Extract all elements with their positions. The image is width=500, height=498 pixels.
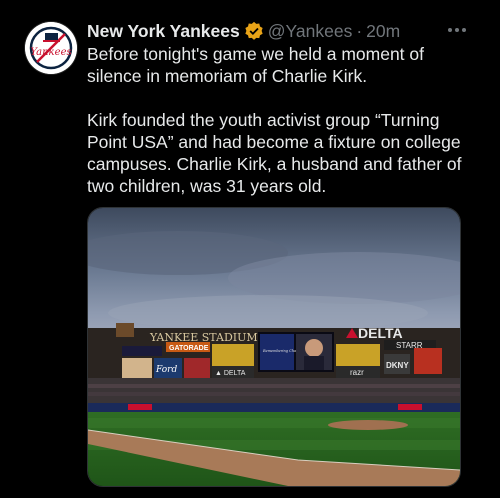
verified-badge-icon[interactable] (244, 21, 264, 41)
separator: · (356, 20, 363, 41)
gatorade-sign: GATORADE (169, 345, 209, 352)
tweet-paragraph-2: Kirk founded the youth activist group “T… (87, 110, 462, 196)
dot (462, 28, 466, 32)
delta-sign: DELTA (358, 325, 403, 341)
dot (448, 28, 452, 32)
tweet-photo[interactable]: YANKEE STADIUM DELTA STARR GATORADE Ford… (87, 207, 461, 487)
dkny-sign: DKNY (386, 361, 409, 370)
yankees-logo-avatar[interactable]: Yankees (25, 22, 77, 74)
yankees-logo-icon: Yankees (25, 22, 77, 74)
dot (455, 28, 459, 32)
ford-sign: Ford (155, 365, 177, 375)
svg-text:▲ DELTA: ▲ DELTA (215, 370, 246, 377)
tweet-text: Before tonight's game we held a moment o… (87, 43, 482, 197)
razr-sign: razr (350, 368, 364, 377)
tweet-header: New York Yankees @Yankees · 20m (87, 18, 450, 44)
stadium-photo: YANKEE STADIUM DELTA STARR GATORADE Ford… (88, 208, 460, 486)
timestamp[interactable]: 20m (366, 21, 400, 42)
display-name[interactable]: New York Yankees (87, 21, 240, 42)
tweet-paragraph-1: Before tonight's game we held a moment o… (87, 44, 425, 86)
tweet[interactable]: Yankees New York Yankees @Yankees · 20m … (0, 0, 500, 498)
more-options-button[interactable] (444, 20, 470, 40)
svg-text:Yankees: Yankees (30, 47, 71, 58)
handle[interactable]: @Yankees (268, 21, 353, 42)
